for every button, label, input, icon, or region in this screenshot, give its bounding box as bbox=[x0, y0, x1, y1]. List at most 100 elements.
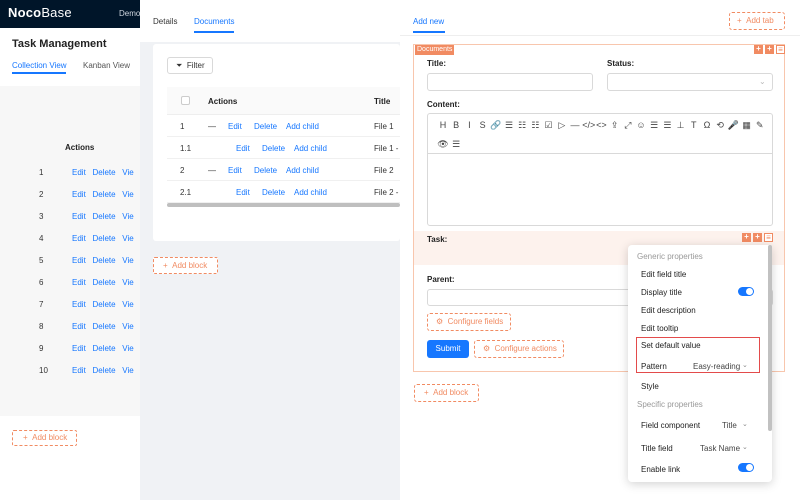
add-block-button[interactable]: + Add block bbox=[12, 430, 77, 446]
toolbar-icon[interactable]: ⤢ bbox=[622, 120, 634, 130]
configure-fields-button[interactable]: ⚙ Configure fields bbox=[427, 313, 511, 331]
toolbar-icon[interactable]: ☺ bbox=[635, 120, 647, 130]
content-editor[interactable] bbox=[427, 153, 773, 226]
filter-button[interactable]: ⏷ Filter bbox=[167, 57, 213, 74]
menu-item-title-field[interactable]: Title field bbox=[641, 444, 673, 453]
row-edit-link[interactable]: Edit bbox=[236, 188, 250, 197]
tab-add-new[interactable]: Add new bbox=[413, 17, 444, 26]
row-delete-link[interactable]: Delete bbox=[254, 166, 277, 175]
row-delete-link[interactable]: Delete bbox=[254, 122, 277, 131]
table-row-actions[interactable]: Edit Delete Vie bbox=[72, 168, 134, 177]
display-title-switch[interactable] bbox=[738, 287, 754, 296]
menu-item-field-component[interactable]: Field component bbox=[641, 421, 700, 430]
chevron-down-icon: ⌄ bbox=[742, 444, 748, 451]
table-row-actions[interactable]: Edit Delete Vie bbox=[72, 256, 134, 265]
toolbar-icon[interactable]: H bbox=[437, 120, 449, 130]
top-menu-item-demo[interactable]: Demo bbox=[119, 9, 140, 18]
table-row-actions[interactable]: Edit Delete Vie bbox=[72, 344, 134, 353]
table-row-actions[interactable]: Edit Delete Vie bbox=[72, 322, 134, 331]
toolbar-icon[interactable]: ☷ bbox=[516, 120, 528, 130]
menu-item-edit-description[interactable]: Edit description bbox=[641, 306, 696, 315]
toolbar-icon[interactable]: ☰ bbox=[503, 120, 515, 130]
divider bbox=[400, 35, 800, 36]
table-row-actions[interactable]: Edit Delete Vie bbox=[72, 366, 134, 375]
status-select[interactable] bbox=[607, 73, 773, 91]
table-row-number: 5 bbox=[39, 256, 44, 265]
row-number: 2 bbox=[180, 166, 185, 175]
menu-item-style[interactable]: Style bbox=[641, 382, 659, 391]
submit-button[interactable]: Submit bbox=[427, 340, 469, 358]
drag-icon[interactable]: + bbox=[754, 45, 763, 54]
title-input[interactable] bbox=[427, 73, 593, 91]
toolbar-icon[interactable]: S bbox=[477, 120, 489, 130]
toolbar-icon[interactable]: ⇪ bbox=[609, 120, 621, 130]
table-row-actions[interactable]: Edit Delete Vie bbox=[72, 234, 134, 243]
add-tab-button[interactable]: + Add tab bbox=[729, 12, 785, 30]
toolbar-icon[interactable]: ☷ bbox=[529, 120, 541, 130]
toolbar-icon[interactable]: T bbox=[688, 120, 700, 130]
toolbar-icon[interactable]: ☰ bbox=[450, 139, 462, 149]
row-edit-link[interactable]: Edit bbox=[228, 166, 242, 175]
toolbar-icon[interactable]: 👁 bbox=[437, 139, 449, 149]
toolbar-icon[interactable]: ⊥ bbox=[675, 120, 687, 130]
horizontal-scrollbar[interactable] bbox=[167, 203, 400, 207]
table-row-actions[interactable]: Edit Delete Vie bbox=[72, 278, 134, 287]
row-delete-link[interactable]: Delete bbox=[262, 144, 285, 153]
row-edit-link[interactable]: Edit bbox=[228, 122, 242, 131]
toolbar-icon[interactable]: ☰ bbox=[661, 120, 673, 130]
table-row-actions[interactable]: Edit Delete Vie bbox=[72, 190, 134, 199]
title-field-value: Task Name bbox=[700, 444, 741, 453]
tab-collection-view[interactable]: Collection View bbox=[12, 61, 67, 70]
collapse-toggle[interactable]: — bbox=[208, 166, 216, 175]
row-add-child-link[interactable]: Add child bbox=[294, 144, 327, 153]
table-row-actions[interactable]: Edit Delete Vie bbox=[72, 300, 134, 309]
add-block-button[interactable]: + Add block bbox=[414, 384, 479, 402]
row-add-child-link[interactable]: Add child bbox=[286, 122, 319, 131]
menu-item-display-title[interactable]: Display title bbox=[641, 288, 682, 297]
toolbar-icon[interactable]: ☰ bbox=[648, 120, 660, 130]
content-label: Content: bbox=[427, 100, 460, 109]
toolbar-icon[interactable]: I bbox=[463, 120, 475, 130]
toolbar-icon[interactable]: — bbox=[569, 120, 581, 130]
toolbar-icon[interactable]: ▷ bbox=[556, 120, 568, 130]
toolbar-icon[interactable]: Ω bbox=[701, 120, 713, 130]
toolbar-icon[interactable]: ☑ bbox=[543, 120, 555, 130]
toolbar-icon[interactable]: <> bbox=[595, 120, 607, 130]
table-row bbox=[167, 159, 400, 181]
table-row-number: 8 bbox=[39, 322, 44, 331]
toolbar-icon[interactable]: 🎤 bbox=[727, 120, 739, 130]
toolbar-icon[interactable]: B bbox=[450, 120, 462, 130]
nocobase-logo[interactable]: NocoBase bbox=[8, 5, 72, 20]
field-settings-icon[interactable]: ≡ bbox=[764, 233, 773, 242]
row-delete-link[interactable]: Delete bbox=[262, 188, 285, 197]
task-label: Task: bbox=[427, 235, 448, 244]
enable-link-switch[interactable] bbox=[738, 463, 754, 472]
menu-item-edit-tooltip[interactable]: Edit tooltip bbox=[641, 324, 678, 333]
add-block-button[interactable]: + Add block bbox=[153, 257, 218, 274]
column-header-actions: Actions bbox=[208, 97, 238, 106]
configure-actions-button[interactable]: ⚙ Configure actions bbox=[474, 340, 564, 358]
toolbar-icon[interactable]: ⟲ bbox=[714, 120, 726, 130]
tab-documents[interactable]: Documents bbox=[194, 17, 234, 26]
menu-item-edit-field-title[interactable]: Edit field title bbox=[641, 270, 686, 279]
toolbar-icon[interactable]: 🔗 bbox=[490, 120, 502, 130]
tab-kanban-view[interactable]: Kanban View bbox=[83, 61, 130, 70]
menu-item-enable-link[interactable]: Enable link bbox=[641, 465, 680, 474]
collapse-toggle[interactable]: — bbox=[208, 122, 216, 131]
drag-icon[interactable]: + bbox=[742, 233, 751, 242]
select-all-checkbox[interactable] bbox=[181, 96, 190, 105]
settings-menu-icon[interactable]: ≡ bbox=[776, 45, 785, 54]
table-row-actions[interactable]: Edit Delete Vie bbox=[72, 212, 134, 221]
toolbar-icon[interactable]: ✎ bbox=[754, 120, 766, 130]
tab-details[interactable]: Details bbox=[153, 17, 177, 26]
toolbar-icon[interactable]: </> bbox=[582, 120, 595, 130]
row-add-child-link[interactable]: Add child bbox=[286, 166, 319, 175]
row-edit-link[interactable]: Edit bbox=[236, 144, 250, 153]
menu-scrollbar[interactable] bbox=[768, 245, 772, 431]
field-component-value: Title bbox=[722, 421, 737, 430]
chevron-down-icon: ⌄ bbox=[759, 77, 766, 86]
add-icon[interactable]: + bbox=[753, 233, 762, 242]
add-icon[interactable]: + bbox=[765, 45, 774, 54]
toolbar-icon[interactable]: ▦ bbox=[741, 120, 753, 130]
row-add-child-link[interactable]: Add child bbox=[294, 188, 327, 197]
